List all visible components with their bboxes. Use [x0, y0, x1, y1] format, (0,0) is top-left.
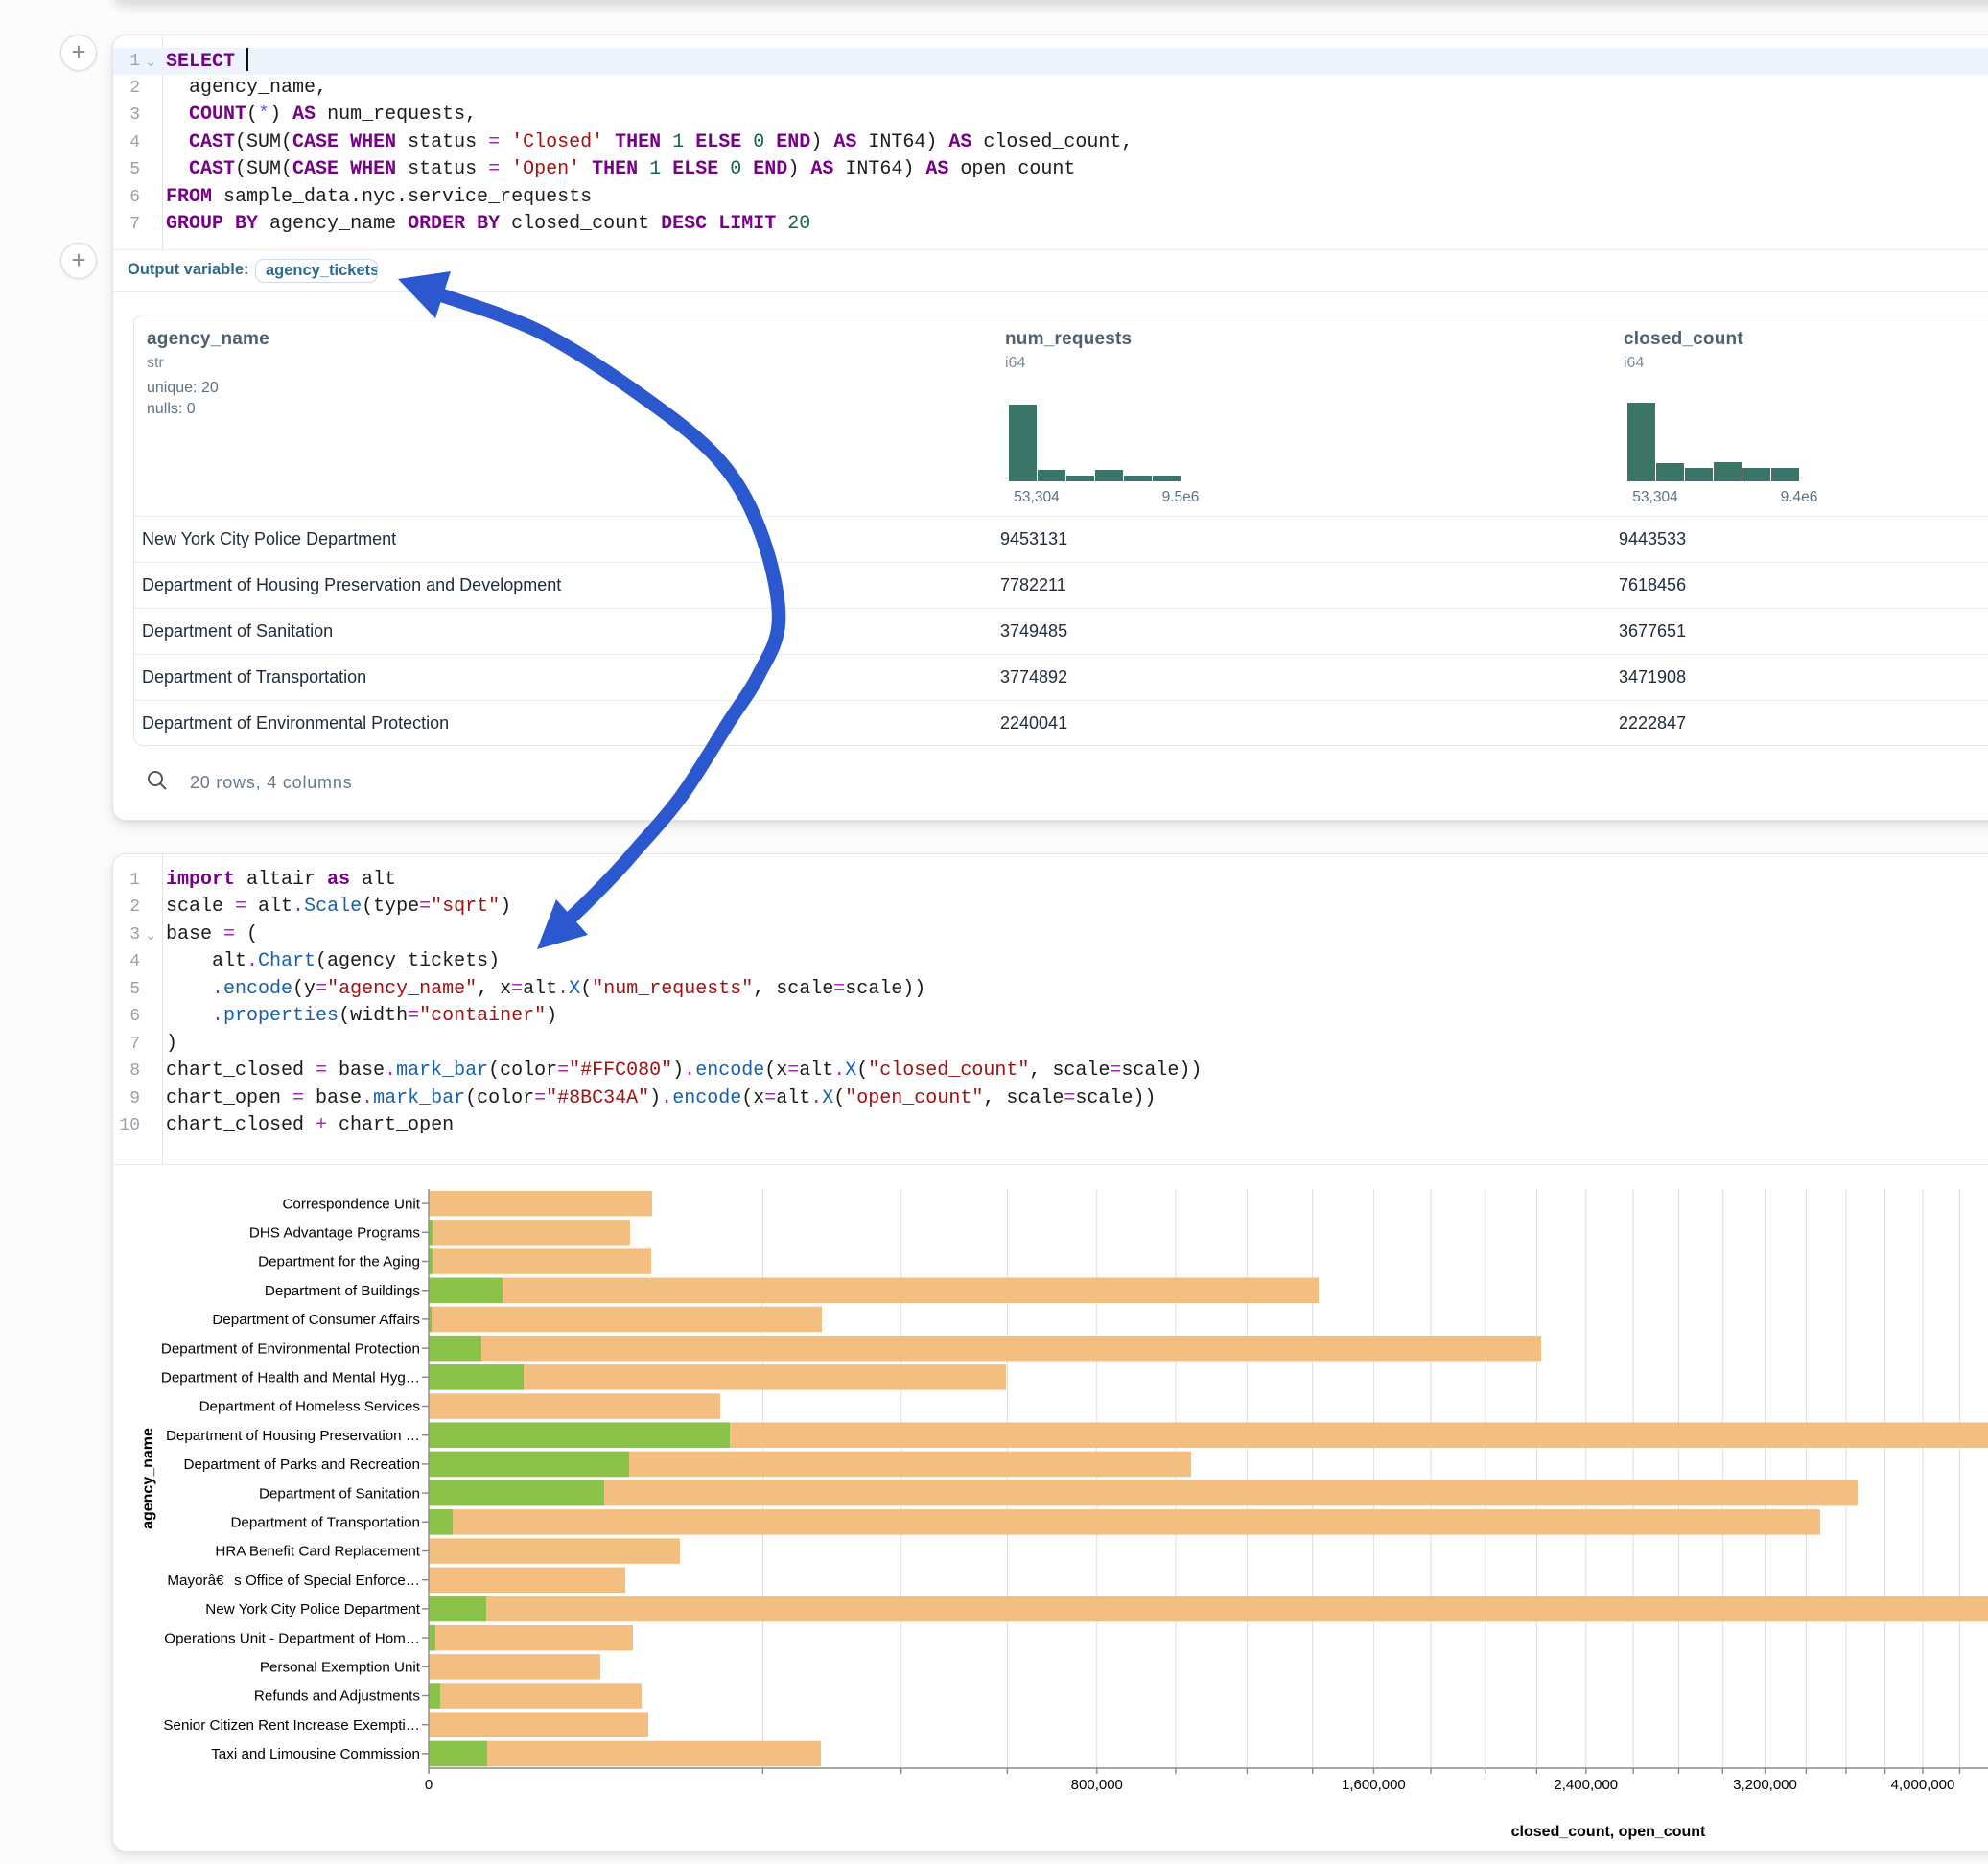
svg-text:Correspondence Unit: Correspondence Unit — [282, 1196, 420, 1212]
svg-text:Department for the Aging: Department for the Aging — [258, 1254, 420, 1270]
svg-text:Mayorâ€ s Office of Special E: Mayorâ€ s Office of Special Enforce… — [167, 1573, 420, 1589]
svg-text:Department of Health and Menta: Department of Health and Mental Hyg… — [161, 1370, 420, 1386]
svg-text:closed_count, open_count: closed_count, open_count — [1511, 1824, 1706, 1840]
svg-text:Personal Exemption Unit: Personal Exemption Unit — [260, 1660, 421, 1676]
svg-text:0: 0 — [425, 1777, 433, 1793]
svg-text:Department of Homeless Service: Department of Homeless Services — [199, 1399, 421, 1415]
svg-text:DHS Advantage Programs: DHS Advantage Programs — [249, 1225, 421, 1242]
svg-text:New York City Police Departmen: New York City Police Department — [205, 1601, 420, 1618]
svg-text:Department of Housing Preserva: Department of Housing Preservation … — [166, 1428, 420, 1444]
svg-text:1,600,000: 1,600,000 — [1342, 1777, 1406, 1793]
svg-text:Department of Consumer Affairs: Department of Consumer Affairs — [212, 1312, 420, 1328]
svg-text:Department of Transportation: Department of Transportation — [230, 1515, 420, 1531]
svg-text:Department of Parks and Recrea: Department of Parks and Recreation — [183, 1456, 420, 1473]
svg-text:2,400,000: 2,400,000 — [1554, 1777, 1618, 1793]
svg-text:Taxi and Limousine Commission: Taxi and Limousine Commission — [211, 1746, 420, 1762]
svg-text:agency_name: agency_name — [140, 1428, 156, 1529]
svg-text:Senior Citizen Rent Increase E: Senior Citizen Rent Increase Exempti… — [163, 1717, 420, 1734]
svg-text:4,000,000: 4,000,000 — [1891, 1777, 1955, 1793]
svg-text:Refunds and Adjustments: Refunds and Adjustments — [254, 1689, 420, 1705]
svg-text:Department of Environmental Pr: Department of Environmental Protection — [161, 1340, 420, 1357]
svg-text:800,000: 800,000 — [1071, 1777, 1123, 1793]
svg-text:Department of Buildings: Department of Buildings — [265, 1283, 420, 1299]
svg-text:Department of Sanitation: Department of Sanitation — [259, 1485, 420, 1502]
svg-text:3,200,000: 3,200,000 — [1733, 1777, 1797, 1793]
svg-text:HRA Benefit Card Replacement: HRA Benefit Card Replacement — [215, 1544, 420, 1560]
svg-text:Operations Unit - Department o: Operations Unit - Department of Hom… — [164, 1630, 420, 1646]
